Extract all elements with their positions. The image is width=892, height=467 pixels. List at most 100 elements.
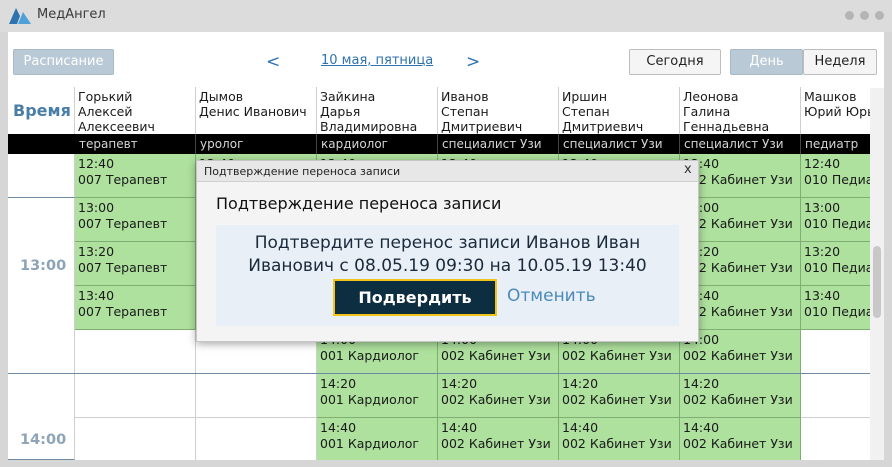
app-title: МедАнгел xyxy=(37,7,106,22)
cancel-button[interactable]: Отменить xyxy=(507,286,596,306)
empty-slot[interactable] xyxy=(75,330,196,374)
slot-room: 002 Кабинет Узи xyxy=(441,348,551,363)
doctor-column-header[interactable]: Иршин Степан Дмитриевич xyxy=(559,87,680,134)
appointment-slot[interactable]: 13:40 007 Терапевт xyxy=(75,286,196,330)
window-dot-icon[interactable] xyxy=(860,11,869,20)
doctor-column-header[interactable]: Зайкина Дарья Владимировна xyxy=(317,87,438,134)
appointment-slot[interactable]: 12:40 007 Терапевт xyxy=(75,154,196,198)
slot-room: 007 Терапевт xyxy=(78,304,168,319)
hour-separator xyxy=(8,373,884,374)
slot-time: 13:00 xyxy=(683,200,720,215)
doctor-column-header[interactable]: Горький Алексей Алексеевич xyxy=(75,87,196,134)
doctor-specialty: специалист Узи xyxy=(680,134,801,154)
slot-room: 002 Кабинет Узи xyxy=(441,392,551,407)
appointment-slot[interactable]: 14:20 001 Кардиолог xyxy=(317,374,438,418)
doctor-name-line: Дмитриевич xyxy=(562,119,644,134)
current-date-link[interactable]: 10 мая, пятница xyxy=(321,53,433,68)
empty-slot[interactable] xyxy=(196,418,317,460)
empty-slot[interactable] xyxy=(75,374,196,418)
vertical-scrollbar[interactable] xyxy=(870,88,884,460)
slot-time: 14:20 xyxy=(562,376,599,391)
doctor-name-line: Дымов xyxy=(199,89,244,104)
dialog-titlebar: Подтверждение переноса записи x xyxy=(197,161,698,182)
doctor-name-line: Денис Иванович xyxy=(199,104,307,119)
specialty-row: терапевт уролог кардиолог специалист Узи спе… xyxy=(8,134,884,154)
doctor-name-line: Геннадьевна xyxy=(683,119,770,134)
slot-time: 14:20 xyxy=(320,376,357,391)
hour-label: 13:00 xyxy=(20,258,67,274)
next-date-button[interactable]: > xyxy=(466,52,480,72)
slot-time: 14:20 xyxy=(441,376,478,391)
appointment-slot[interactable]: 14:20 002 Кабинет Узи xyxy=(680,374,801,418)
schedule-button[interactable]: Расписание xyxy=(13,49,114,75)
slot-room: 007 Терапевт xyxy=(78,260,168,275)
doctor-name-line: Дмитриевич xyxy=(441,119,523,134)
slot-time: 12:40 xyxy=(78,156,115,171)
slot-time: 13:20 xyxy=(78,244,115,259)
week-view-button[interactable]: Неделя xyxy=(803,49,877,75)
doctor-name-line: Горький xyxy=(78,89,133,104)
slot-room: 001 Кардиолог xyxy=(320,392,419,407)
slot-room: 002 Кабинет Узи xyxy=(683,216,793,231)
slot-room: 002 Кабинет Узи xyxy=(562,348,672,363)
doctor-name-line: Дарья xyxy=(320,104,361,119)
scrollbar-thumb[interactable] xyxy=(873,246,881,318)
slot-time: 13:40 xyxy=(78,288,115,303)
today-button[interactable]: Сегодня xyxy=(629,49,721,75)
window-dot-icon[interactable] xyxy=(845,11,854,20)
appointment-slot[interactable]: 13:20 007 Терапевт xyxy=(75,242,196,286)
slot-room: 002 Кабинет Узи xyxy=(683,172,793,187)
window-dot-icon[interactable] xyxy=(875,11,884,20)
doctor-column-header[interactable]: Леонова Галина Геннадьевна xyxy=(680,87,801,134)
dialog-window-title: Подтверждение переноса записи xyxy=(204,165,401,178)
appointment-slot[interactable]: 14:40 001 Кардиолог xyxy=(317,418,438,460)
doctor-column-header[interactable]: Иванов Степан Дмитриевич xyxy=(438,87,559,134)
slot-room: 002 Кабинет Узи xyxy=(683,304,793,319)
slot-room: 002 Кабинет Узи xyxy=(562,392,672,407)
slot-room: 002 Кабинет Узи xyxy=(683,436,793,451)
slot-room: 002 Кабинет Узи xyxy=(683,392,793,407)
doctor-name-line: Алексей xyxy=(78,104,133,119)
time-column-header: Время xyxy=(8,87,75,134)
appointment-slot[interactable]: 14:20 002 Кабинет Узи xyxy=(438,374,559,418)
time-header-label: Время xyxy=(13,101,71,120)
dialog-heading: Подтверждение переноса записи xyxy=(216,194,502,213)
appointment-slot[interactable]: 14:40 002 Кабинет Узи xyxy=(680,418,801,460)
confirm-button[interactable]: Подвердить xyxy=(333,279,497,316)
slot-time: 13:00 xyxy=(78,200,115,215)
doctor-name-line: Иванов xyxy=(441,89,489,104)
slot-time: 13:20 xyxy=(683,244,720,259)
dialog-body: Подтвердите перенос записи Иванов Иван И… xyxy=(216,225,679,326)
close-icon[interactable]: x xyxy=(684,162,692,177)
doctor-specialty: кардиолог xyxy=(317,134,438,154)
schedule-toolbar: Расписание < 10 мая, пятница > Сегодня Д… xyxy=(8,32,884,84)
doctor-specialty: специалист Узи xyxy=(438,134,559,154)
slot-room: 002 Кабинет Узи xyxy=(683,260,793,275)
day-view-button[interactable]: День xyxy=(730,49,803,75)
slot-room: 002 Кабинет Узи xyxy=(562,436,672,451)
dialog-message-line: Иванович с 08.05.19 09:30 на 10.05.19 13… xyxy=(248,256,647,276)
confirm-reschedule-dialog: Подтверждение переноса записи x Подтверж… xyxy=(196,160,699,342)
slot-time: 14:00 xyxy=(683,332,720,347)
appointment-slot[interactable]: 14:20 002 Кабинет Узи xyxy=(559,374,680,418)
doctor-column-header[interactable]: Дымов Денис Иванович xyxy=(196,87,317,134)
doctor-name-line: Степан xyxy=(441,104,489,119)
prev-date-button[interactable]: < xyxy=(266,52,280,72)
doctor-specialty: специалист Узи xyxy=(559,134,680,154)
slot-room: 007 Терапевт xyxy=(78,172,168,187)
doctor-name-line: Зайкина xyxy=(320,89,376,104)
appointment-slot[interactable]: 14:40 002 Кабинет Узи xyxy=(559,418,680,460)
slot-time: 14:20 xyxy=(683,376,720,391)
slot-time: 14:40 xyxy=(320,420,357,435)
appointment-slot[interactable]: 13:00 007 Терапевт xyxy=(75,198,196,242)
appointment-slot[interactable]: 14:40 002 Кабинет Узи xyxy=(438,418,559,460)
slot-room: 001 Кардиолог xyxy=(320,348,419,363)
dialog-message-line: Подтвердите перенос записи Иванов Иван xyxy=(254,233,641,253)
empty-slot[interactable] xyxy=(196,374,317,418)
slot-room: 007 Терапевт xyxy=(78,216,168,231)
doctor-name-line: Степан xyxy=(562,104,610,119)
slot-time: 14:40 xyxy=(441,420,478,435)
dialog-message: Подтвердите перенос записи Иванов Иван И… xyxy=(216,232,679,278)
empty-slot[interactable] xyxy=(75,418,196,460)
slot-room: 002 Кабинет Узи xyxy=(441,436,551,451)
